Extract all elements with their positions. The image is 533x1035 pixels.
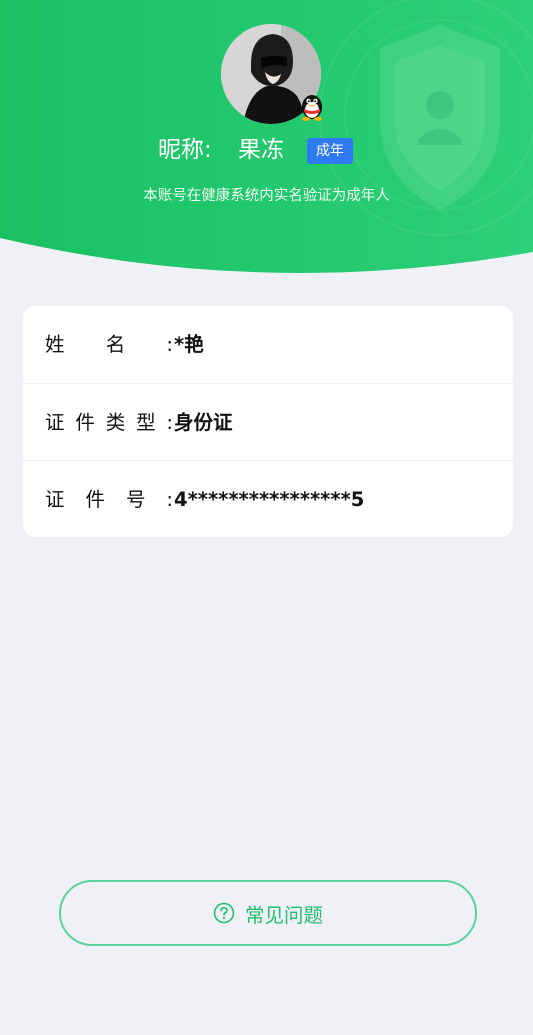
qq-penguin-icon [302, 95, 322, 121]
info-row-id-type: 证件类型: 身份证 [23, 383, 513, 461]
question-circle-icon [213, 902, 235, 924]
info-row-id-number: 证件号: 4****************5 [23, 460, 513, 537]
faq-button[interactable]: 常见问题 [59, 880, 477, 946]
info-label-id-type: 证件类型: [45, 411, 173, 434]
info-label-name: 姓名: [45, 333, 173, 356]
faq-button-label: 常见问题 [244, 903, 323, 927]
nickname-label: 昵称: [158, 137, 212, 163]
nickname-value: 果冻 [238, 137, 284, 163]
nickname-row: 昵称: 果冻 成年 [0, 132, 533, 168]
info-label-id-number: 证件号: [45, 488, 173, 511]
verification-note: 本账号在健康系统内实名验证为成年人 [143, 188, 390, 204]
info-value-id-type: 身份证 [174, 411, 233, 434]
info-value-name: *艳 [174, 333, 204, 356]
identity-info-card: 姓名: *艳 证件类型: 身份证 证件号: 4****************5 [23, 306, 513, 537]
info-value-id-number: 4****************5 [174, 488, 365, 511]
faq-button-content: 常见问题 [61, 882, 475, 944]
age-status-badge: 成年 [307, 138, 353, 164]
info-row-name: 姓名: *艳 [23, 306, 513, 383]
